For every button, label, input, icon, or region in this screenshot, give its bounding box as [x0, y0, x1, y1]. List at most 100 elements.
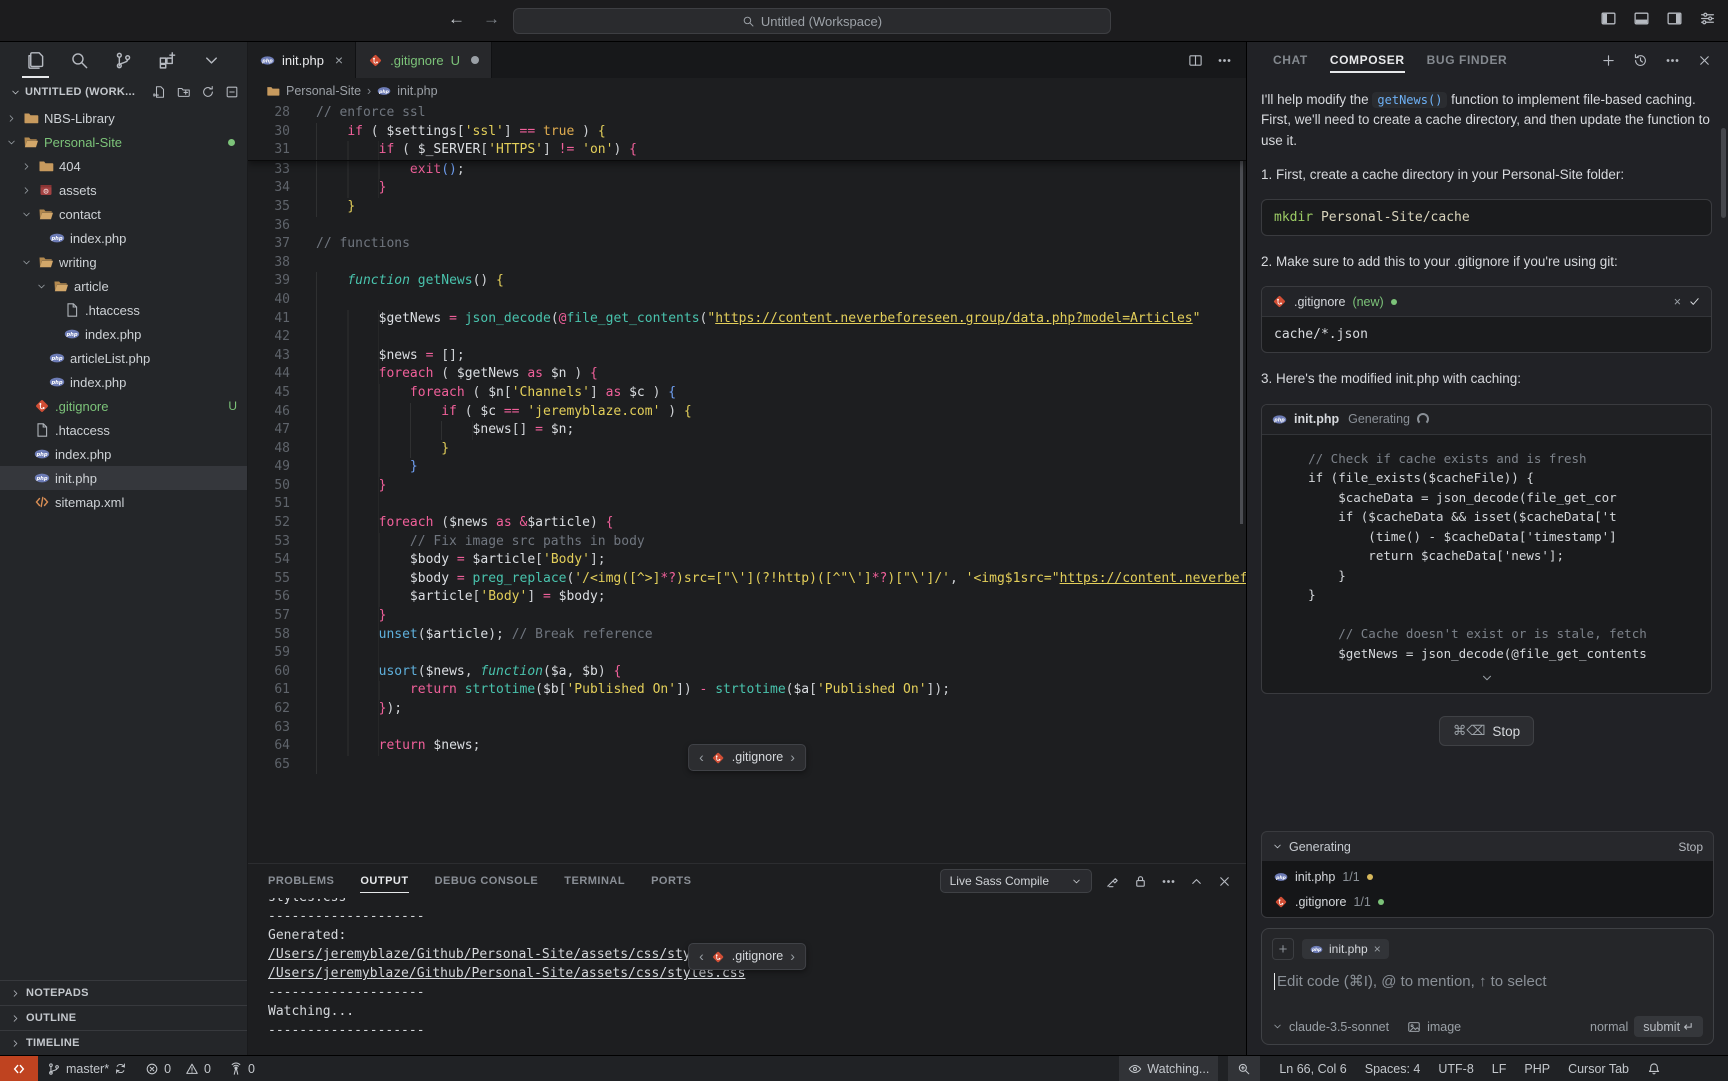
more-actions-icon[interactable] [1217, 53, 1232, 68]
gitignore-content: cache/*.json [1262, 317, 1711, 352]
chevron-up-icon[interactable] [1189, 874, 1204, 889]
breadcrumb[interactable]: Personal-Site › php init.php [248, 78, 1246, 104]
input-placeholder: Edit code (⌘I), @ to mention, ↑ to selec… [1277, 972, 1547, 990]
composer-tab-chat[interactable]: CHAT [1273, 47, 1308, 73]
layout-customize-icon[interactable] [1699, 10, 1716, 27]
extensions-icon[interactable] [156, 47, 179, 74]
image-label[interactable]: image [1427, 1020, 1461, 1034]
nav-back-icon[interactable]: ← [448, 9, 465, 29]
cursor-tab-toggle[interactable]: Cursor Tab [1559, 1056, 1638, 1081]
close-icon[interactable] [1217, 874, 1232, 889]
lock-icon[interactable] [1133, 874, 1148, 889]
editor-scrollbar[interactable] [1240, 104, 1243, 524]
tree-item-.htaccess[interactable]: .htaccess [0, 418, 247, 442]
code-editor[interactable]: 28// enforce ssl30 if ( $settings['ssl']… [248, 104, 1246, 863]
tree-item-Personal-Site[interactable]: Personal-Site [0, 130, 247, 154]
explorer-icon[interactable] [24, 47, 47, 74]
problems-indicator[interactable]: 0 0 [136, 1056, 220, 1081]
chevron-right-icon[interactable]: › [790, 947, 795, 966]
submit-button[interactable]: submit ↵ [1634, 1016, 1703, 1037]
tab-init.php[interactable]: phpinit.php× [248, 42, 356, 78]
close-tab-icon[interactable]: × [335, 52, 343, 68]
history-icon[interactable] [1633, 53, 1648, 68]
generating-stop-button[interactable]: Stop [1678, 840, 1703, 854]
generating-file-init.php[interactable]: phpinit.php1/1 [1262, 864, 1713, 889]
clear-output-icon[interactable] [1105, 874, 1120, 889]
branch-indicator[interactable]: master* [38, 1056, 136, 1081]
new-folder-icon[interactable] [177, 85, 191, 99]
more-views-icon[interactable] [200, 47, 223, 74]
panel-tab-terminal[interactable]: TERMINAL [564, 871, 625, 891]
output-channel-select[interactable]: Live Sass Compile [940, 869, 1092, 893]
composer-textarea[interactable]: Edit code (⌘I), @ to mention, ↑ to selec… [1274, 972, 1703, 990]
section-timeline[interactable]: TIMELINE [0, 1030, 247, 1055]
more-icon[interactable] [1665, 53, 1680, 68]
close-icon[interactable] [1697, 53, 1712, 68]
indentation[interactable]: Spaces: 4 [1356, 1056, 1430, 1081]
expand-chevron-icon[interactable] [1262, 667, 1711, 693]
zoom-status[interactable] [1228, 1056, 1260, 1081]
language-mode[interactable]: PHP [1515, 1056, 1559, 1081]
more-icon[interactable] [1161, 874, 1176, 889]
encoding[interactable]: UTF-8 [1429, 1056, 1482, 1081]
chevron-left-icon[interactable]: ‹ [699, 947, 704, 966]
refresh-icon[interactable] [201, 85, 215, 99]
panel-tab-problems[interactable]: PROBLEMS [268, 871, 334, 891]
tree-item-index.php[interactable]: phpindex.php [0, 322, 247, 346]
sass-watching-status[interactable]: Watching... [1119, 1056, 1218, 1081]
accept-check-icon[interactable] [1688, 295, 1701, 308]
layout-sidebar-icon[interactable] [1600, 10, 1617, 27]
section-notepads[interactable]: NOTEPADS [0, 980, 247, 1005]
tree-item-article[interactable]: article [0, 274, 247, 298]
mode-label[interactable]: normal [1590, 1020, 1628, 1034]
composer-tab-bug-finder[interactable]: BUG FINDER [1427, 47, 1508, 73]
stop-button[interactable]: ⌘⌫ Stop [1439, 716, 1534, 746]
collapse-all-icon[interactable] [225, 85, 239, 99]
section-outline[interactable]: OUTLINE [0, 1005, 247, 1030]
chevron-left-icon[interactable]: ‹ [699, 748, 704, 767]
composer-input[interactable]: + php init.php × Edit code (⌘I), @ to me… [1261, 928, 1714, 1045]
split-editor-icon[interactable] [1188, 53, 1203, 68]
notifications-bell-icon[interactable] [1638, 1056, 1670, 1081]
tree-item-assets[interactable]: assets [0, 178, 247, 202]
command-center-search[interactable]: Untitled (Workspace) [513, 8, 1111, 34]
tree-item-NBS-Library[interactable]: NBS-Library [0, 106, 247, 130]
diff-nav-pill[interactable]: ‹ .gitignore › [688, 744, 806, 771]
panel-tab-output[interactable]: OUTPUT [360, 871, 408, 891]
source-control-icon[interactable] [112, 47, 135, 74]
eol[interactable]: LF [1483, 1056, 1516, 1081]
panel-tab-debug-console[interactable]: DEBUG CONSOLE [435, 871, 539, 891]
model-selector[interactable]: claude-3.5-sonnet [1289, 1020, 1389, 1034]
tree-item-contact[interactable]: contact [0, 202, 247, 226]
context-chip[interactable]: php init.php × [1302, 939, 1389, 959]
tree-item-index.php[interactable]: phpindex.php [0, 442, 247, 466]
nav-forward-icon[interactable]: → [483, 9, 500, 29]
panel-tab-ports[interactable]: PORTS [651, 871, 691, 891]
generating-file-.gitignore[interactable]: .gitignore1/1 [1262, 889, 1713, 914]
tree-item-articleList.php[interactable]: phparticleList.php [0, 346, 247, 370]
tab-.gitignore[interactable]: .gitignoreU [356, 42, 492, 78]
chat-scrollbar[interactable] [1721, 128, 1726, 218]
tree-item-sitemap.xml[interactable]: sitemap.xml [0, 490, 247, 514]
tree-item-init.php[interactable]: phpinit.php [0, 466, 247, 490]
tree-item-404[interactable]: 404 [0, 154, 247, 178]
add-context-button[interactable]: + [1272, 938, 1294, 960]
cursor-position[interactable]: Ln 66, Col 6 [1270, 1056, 1355, 1081]
diff-nav-pill[interactable]: ‹ .gitignore › [688, 943, 806, 970]
remove-chip-icon[interactable]: × [1374, 942, 1381, 956]
tree-item-.htaccess[interactable]: .htaccess [0, 298, 247, 322]
chevron-right-icon[interactable]: › [790, 748, 795, 767]
layout-panel-icon[interactable] [1633, 10, 1650, 27]
tree-item-index.php[interactable]: phpindex.php [0, 370, 247, 394]
layout-secondary-sidebar-icon[interactable] [1666, 10, 1683, 27]
tree-item-index.php[interactable]: phpindex.php [0, 226, 247, 250]
ports-indicator[interactable]: 0 [220, 1056, 264, 1081]
tree-item-writing[interactable]: writing [0, 250, 247, 274]
new-file-icon[interactable] [153, 85, 167, 99]
composer-tab-composer[interactable]: COMPOSER [1330, 47, 1405, 73]
plus-icon[interactable] [1601, 53, 1616, 68]
remote-indicator[interactable] [0, 1056, 38, 1081]
reject-icon[interactable]: × [1674, 295, 1681, 309]
search-icon[interactable] [68, 47, 91, 74]
tree-item-.gitignore[interactable]: .gitignoreU [0, 394, 247, 418]
